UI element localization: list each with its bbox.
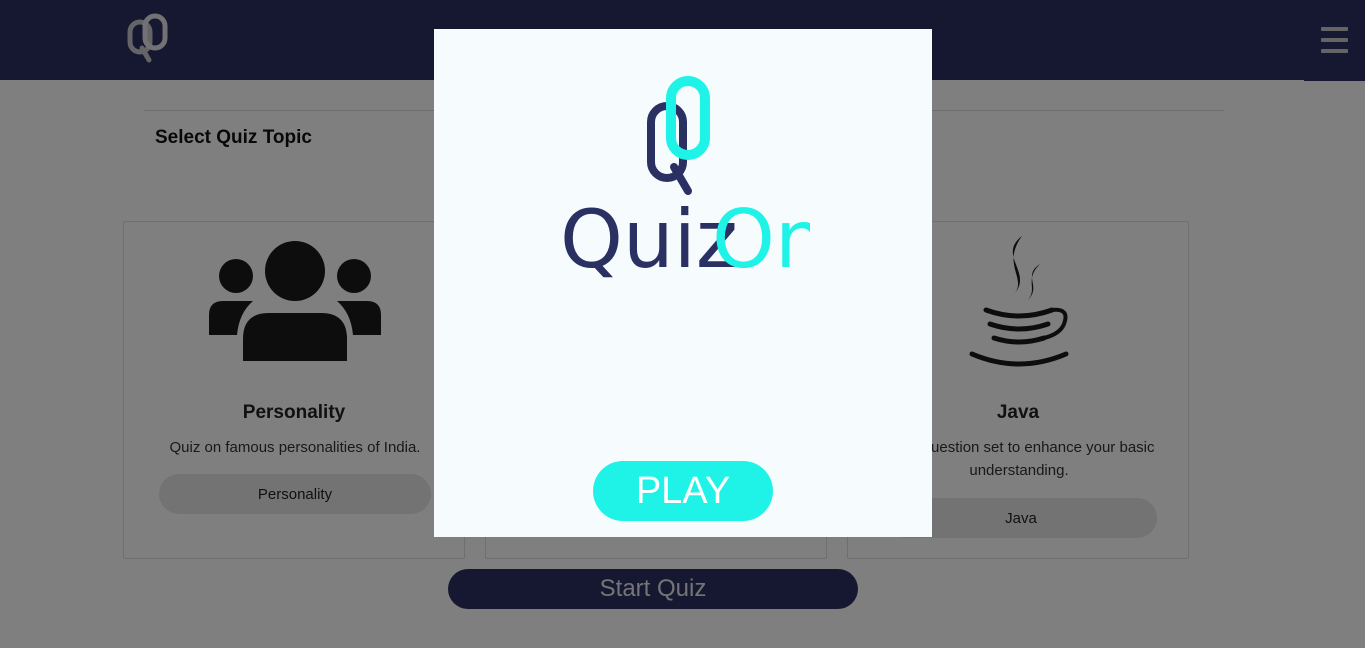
quizon-brand-logo: Quiz On: [560, 76, 810, 283]
play-button[interactable]: PLAY: [593, 461, 773, 521]
splash-modal: Quiz On PLAY: [434, 29, 932, 537]
logo-text-on: On: [712, 193, 810, 283]
